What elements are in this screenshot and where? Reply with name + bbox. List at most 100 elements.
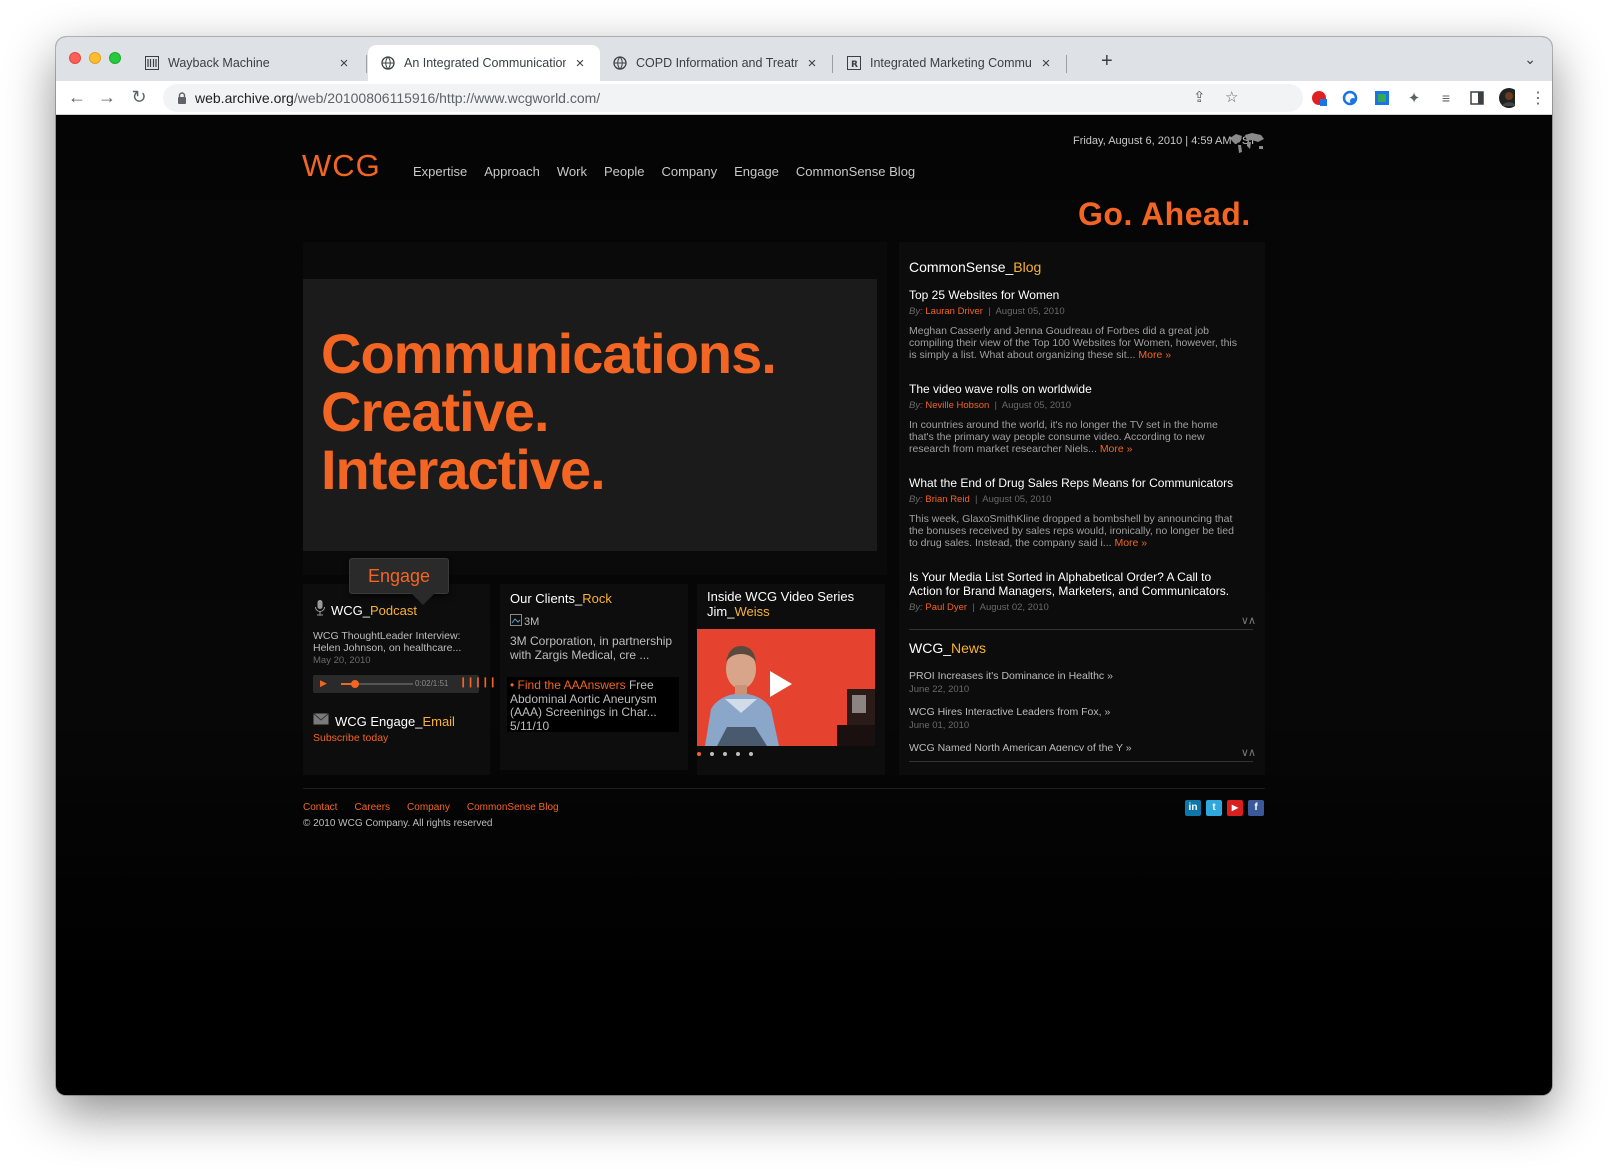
forward-arrow-icon[interactable]: → bbox=[96, 87, 118, 108]
footer-contact-link[interactable]: Contact bbox=[303, 802, 337, 813]
nav-company[interactable]: Company bbox=[661, 164, 717, 179]
blog-post-body: Meghan Casserly and Jenna Goudreau of Fo… bbox=[909, 325, 1237, 361]
more-link[interactable]: More » bbox=[1114, 537, 1147, 549]
engage-tab[interactable]: Engage bbox=[349, 558, 449, 594]
wayback-icon bbox=[144, 55, 160, 71]
blog-post-title[interactable]: Is Your Media List Sorted in Alphabetica… bbox=[909, 570, 1239, 598]
blog-post-author[interactable]: Brian Reid bbox=[925, 494, 969, 505]
news-heading-accent: News bbox=[951, 640, 987, 656]
footer-company-link[interactable]: Company bbox=[407, 802, 450, 813]
more-link[interactable]: More » bbox=[1138, 349, 1171, 361]
broken-image-icon bbox=[510, 614, 522, 629]
bookmark-star-icon[interactable]: ☆ bbox=[1225, 88, 1238, 106]
client-description[interactable]: 3M Corporation, in partnership with Zarg… bbox=[510, 634, 680, 662]
youtube-icon[interactable]: ▶ bbox=[1227, 800, 1243, 816]
tab-integrated-marketing[interactable]: R Integrated Marketing Communi × bbox=[834, 45, 1066, 81]
footer-careers-link[interactable]: Careers bbox=[354, 802, 390, 813]
hero-banner[interactable]: Communications. Creative. Interactive. bbox=[303, 279, 877, 551]
back-arrow-icon[interactable]: ← bbox=[66, 87, 88, 108]
podcast-description[interactable]: WCG ThoughtLeader Interview: Helen Johns… bbox=[313, 630, 483, 654]
nav-approach[interactable]: Approach bbox=[484, 164, 540, 179]
audio-player[interactable]: ▶ 0:02/1:51 ❙❙❙❙❙ bbox=[313, 675, 497, 693]
wcg-logo[interactable]: WCG bbox=[302, 148, 381, 184]
globe-icon bbox=[612, 55, 628, 71]
close-tab-icon[interactable]: × bbox=[1038, 55, 1054, 72]
blog-post-author[interactable]: Lauran Driver bbox=[925, 306, 983, 317]
tab-divider bbox=[366, 55, 367, 73]
url-path: /web/20100806115916/http://www.wcgworld.… bbox=[293, 90, 601, 106]
avatar[interactable] bbox=[1499, 88, 1515, 108]
nav-commonsense-blog[interactable]: CommonSense Blog bbox=[796, 164, 915, 179]
blog-post-author[interactable]: Neville Hobson bbox=[925, 400, 989, 411]
close-tab-icon[interactable]: × bbox=[336, 55, 352, 72]
maximize-window-button[interactable] bbox=[109, 52, 121, 64]
news-title[interactable]: WCG Named North American Agency of the Y… bbox=[909, 742, 1132, 751]
news-item[interactable]: WCG Named North American Agency of the Y… bbox=[909, 742, 1132, 751]
blog-post-title[interactable]: Top 25 Websites for Women bbox=[909, 288, 1239, 302]
news-heading[interactable]: WCG_News bbox=[909, 640, 986, 656]
extension-blue-circle-icon[interactable] bbox=[1342, 90, 1358, 106]
news-item[interactable]: PROI Increases it's Dominance in Healthc… bbox=[909, 670, 1113, 695]
play-video-icon[interactable] bbox=[770, 671, 792, 697]
play-icon[interactable]: ▶ bbox=[320, 678, 327, 689]
twitter-icon[interactable]: t bbox=[1206, 800, 1222, 816]
podcast-heading[interactable]: WCG_Podcast bbox=[315, 600, 417, 621]
carousel-dot[interactable] bbox=[736, 752, 740, 756]
extensions-puzzle-icon[interactable]: ✦ bbox=[1406, 90, 1422, 107]
reading-list-icon[interactable]: ≡ bbox=[1438, 90, 1454, 106]
more-link[interactable]: More » bbox=[1100, 443, 1133, 455]
menu-kebab-icon[interactable]: ⋮ bbox=[1530, 90, 1546, 107]
video-thumbnail[interactable] bbox=[697, 629, 875, 746]
email-heading[interactable]: WCG Engage_Email bbox=[313, 712, 455, 730]
nav-work[interactable]: Work bbox=[557, 164, 587, 179]
nav-expertise[interactable]: Expertise bbox=[413, 164, 467, 179]
carousel-dot[interactable] bbox=[723, 752, 727, 756]
blog-sidebar: CommonSense_Blog Top 25 Websites for Wom… bbox=[899, 242, 1265, 775]
news-scroll-arrows-icon[interactable]: ∨∧ bbox=[1241, 746, 1256, 759]
lock-icon[interactable] bbox=[177, 91, 187, 109]
audio-seek-track[interactable] bbox=[341, 680, 413, 688]
world-map-icon bbox=[1228, 130, 1266, 154]
news-item[interactable]: WCG Hires Interactive Leaders from Fox, … bbox=[909, 706, 1110, 731]
tab-wcg[interactable]: An Integrated Communications × bbox=[368, 45, 600, 81]
close-tab-icon[interactable]: × bbox=[572, 55, 588, 72]
blog-scroll-arrows-icon[interactable]: ∨∧ bbox=[1241, 614, 1256, 627]
reload-icon[interactable]: ↻ bbox=[128, 87, 150, 108]
email-title-accent: Email bbox=[422, 713, 455, 729]
address-bar[interactable]: web.archive.org/web/20100806115916/http:… bbox=[163, 84, 1303, 112]
carousel-dot[interactable] bbox=[749, 752, 753, 756]
blog-post-title[interactable]: What the End of Drug Sales Reps Means fo… bbox=[909, 476, 1239, 490]
clients-title: Our Clients_ bbox=[510, 591, 583, 606]
tab-copd[interactable]: COPD Information and Treatme × bbox=[600, 45, 832, 81]
blog-heading[interactable]: CommonSense_Blog bbox=[909, 259, 1041, 275]
tab-search-chevron-icon[interactable]: ⌄ bbox=[1524, 51, 1536, 68]
minimize-window-button[interactable] bbox=[89, 52, 101, 64]
footer-blog-link[interactable]: CommonSense Blog bbox=[467, 802, 559, 813]
news-title[interactable]: WCG Hires Interactive Leaders from Fox, … bbox=[909, 706, 1110, 718]
blog-post-author[interactable]: Paul Dyer bbox=[925, 602, 967, 613]
news-title[interactable]: PROI Increases it's Dominance in Healthc… bbox=[909, 670, 1113, 682]
blog-post: What the End of Drug Sales Reps Means fo… bbox=[909, 476, 1239, 549]
find-aaanswers-link[interactable]: Find the AAAnswers bbox=[518, 678, 626, 692]
client-logo-image[interactable]: 3M bbox=[510, 614, 539, 629]
nav-engage[interactable]: Engage bbox=[734, 164, 779, 179]
volume-bars-icon[interactable]: ❙❙❙❙❙ bbox=[459, 677, 497, 688]
new-tab-icon[interactable]: + bbox=[1101, 50, 1113, 73]
share-icon[interactable]: ⇪ bbox=[1193, 88, 1206, 106]
audio-seek-knob[interactable] bbox=[351, 680, 359, 688]
nav-people[interactable]: People bbox=[604, 164, 644, 179]
extension-square-icon[interactable] bbox=[1374, 90, 1390, 106]
clients-title-accent: Rock bbox=[582, 591, 612, 606]
extension-red-icon[interactable] bbox=[1311, 90, 1327, 106]
carousel-dot[interactable] bbox=[697, 752, 701, 756]
blog-post-title[interactable]: The video wave rolls on worldwide bbox=[909, 382, 1239, 396]
podcast-title-accent: Podcast bbox=[370, 603, 417, 618]
subscribe-link[interactable]: Subscribe today bbox=[313, 732, 388, 744]
facebook-icon[interactable]: f bbox=[1248, 800, 1264, 816]
close-window-button[interactable] bbox=[69, 52, 81, 64]
tab-wayback[interactable]: Wayback Machine × bbox=[132, 45, 364, 81]
close-tab-icon[interactable]: × bbox=[804, 55, 820, 72]
side-panel-icon[interactable] bbox=[1469, 90, 1485, 106]
linkedin-icon[interactable]: in bbox=[1185, 800, 1201, 816]
carousel-dot[interactable] bbox=[710, 752, 714, 756]
